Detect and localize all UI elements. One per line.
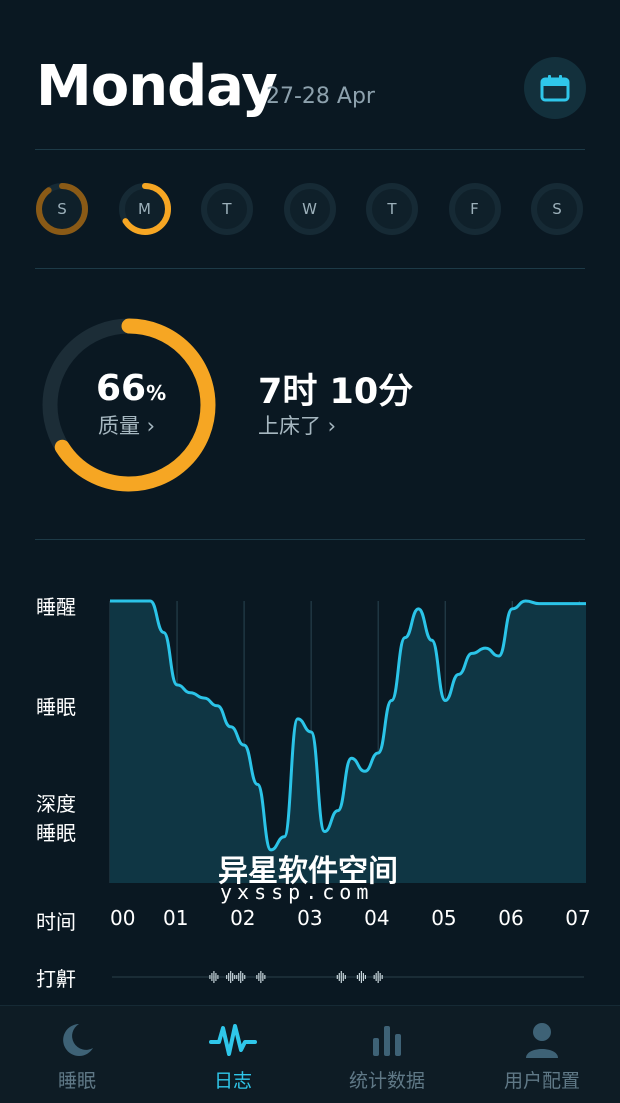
x-label-time: 时间	[36, 910, 76, 934]
tab-profile[interactable]: 用户配置	[467, 1020, 617, 1093]
bedtime-link[interactable]: 上床了 ›	[258, 410, 336, 440]
watermark-url: yxssp.com	[220, 880, 374, 904]
user-icon	[526, 1023, 558, 1058]
divider	[35, 268, 585, 269]
day-label: W	[302, 200, 317, 218]
moon-icon	[63, 1024, 93, 1056]
y-label-awake: 睡醒	[36, 595, 76, 619]
tab-label: 用户配置	[503, 1070, 580, 1092]
page-title: Monday	[36, 54, 278, 119]
day-label: M	[138, 200, 151, 218]
quality-label[interactable]: 质量 ›	[98, 410, 155, 440]
tab-label: 睡眠	[57, 1070, 96, 1092]
x-tick-label: 06	[498, 906, 524, 930]
day-4[interactable]: T	[365, 182, 419, 236]
day-label: F	[470, 200, 479, 218]
x-tick-label: 07	[565, 906, 591, 930]
day-6[interactable]: S	[530, 182, 584, 236]
x-tick-label: 02	[230, 906, 256, 930]
waveform-icon	[209, 1024, 257, 1056]
day-label: T	[387, 200, 397, 218]
tab-journal[interactable]: 日志	[158, 1020, 308, 1093]
day-0[interactable]: S	[35, 182, 89, 236]
day-3[interactable]: W	[283, 182, 337, 236]
x-tick-label: 00	[110, 906, 136, 930]
tab-label: 统计数据	[348, 1070, 425, 1092]
sleep-chart	[109, 599, 586, 883]
tab-label: 日志	[213, 1070, 252, 1092]
tab-statistics[interactable]: 统计数据	[312, 1020, 462, 1093]
quality-value: 66%	[96, 368, 167, 409]
x-tick-label: 01	[163, 906, 189, 930]
x-tick-label: 04	[364, 906, 390, 930]
y-label-deep-2: 睡眠	[36, 821, 76, 845]
day-label: S	[57, 200, 67, 218]
divider	[35, 539, 585, 540]
day-2[interactable]: T	[200, 182, 254, 236]
x-tick-label: 05	[431, 906, 457, 930]
day-1[interactable]: M	[118, 182, 172, 236]
x-tick-label: 03	[297, 906, 323, 930]
calendar-button[interactable]	[524, 57, 586, 119]
day-label: T	[222, 200, 232, 218]
divider	[35, 149, 585, 150]
date-range: 27-28 Apr	[266, 84, 375, 109]
sleep-area	[110, 601, 586, 883]
bar-chart-icon	[373, 1026, 401, 1056]
tab-sleep[interactable]: 睡眠	[2, 1020, 152, 1093]
snore-label: 打鼾	[36, 967, 76, 991]
day-5[interactable]: F	[448, 182, 502, 236]
y-label-sleep: 睡眠	[36, 695, 76, 719]
sleep-duration: 7时 10分	[258, 372, 414, 412]
calendar-icon	[540, 75, 570, 102]
day-label: S	[552, 200, 562, 218]
y-label-deep-1: 深度	[36, 792, 76, 816]
snore-track	[112, 971, 584, 983]
